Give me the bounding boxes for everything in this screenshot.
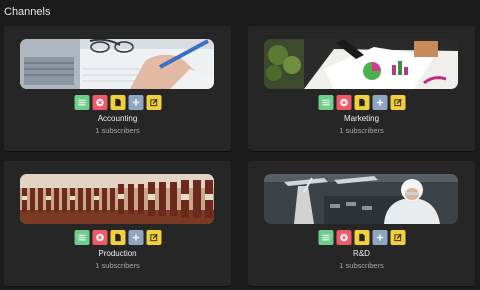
file-button[interactable] (110, 95, 125, 110)
list-icon (77, 99, 86, 106)
file-icon (114, 233, 121, 242)
channel-image[interactable] (20, 39, 214, 89)
channel-image[interactable] (20, 174, 214, 224)
channel-actions (74, 95, 161, 110)
plus-icon (132, 99, 139, 106)
add-button[interactable] (372, 95, 387, 110)
channel-card-accounting[interactable]: Accounting 1 subscribers (4, 26, 231, 151)
pen-writing-photo-icon (20, 39, 214, 89)
subscriber-count: 1 subscribers (339, 261, 384, 270)
list-button[interactable] (74, 95, 89, 110)
delete-button[interactable] (92, 95, 107, 110)
delete-button[interactable] (336, 230, 351, 245)
delete-button[interactable] (336, 95, 351, 110)
subscriber-count: 1 subscribers (95, 126, 140, 135)
channel-actions (318, 95, 405, 110)
edit-button[interactable] (390, 95, 405, 110)
edit-button[interactable] (146, 95, 161, 110)
list-button[interactable] (318, 230, 333, 245)
list-button[interactable] (318, 95, 333, 110)
channel-card-marketing[interactable]: Marketing 1 subscribers (248, 26, 475, 151)
delete-icon (339, 98, 348, 107)
delete-icon (339, 233, 348, 242)
edit-icon (149, 98, 158, 107)
channel-card-production[interactable]: Production 1 subscribers (4, 161, 231, 286)
subscriber-count: 1 subscribers (95, 261, 140, 270)
channel-actions (318, 230, 405, 245)
channel-name[interactable]: Marketing (248, 114, 475, 123)
channel-card-rnd[interactable]: R&D 1 subscribers (248, 161, 475, 286)
edit-button[interactable] (390, 230, 405, 245)
file-icon (114, 98, 121, 107)
delete-icon (95, 98, 104, 107)
plus-icon (376, 234, 383, 241)
channel-name[interactable]: Accounting (4, 114, 231, 123)
bottles-line-photo-icon (20, 174, 214, 224)
channel-image[interactable] (264, 174, 458, 224)
file-icon (358, 233, 365, 242)
delete-icon (95, 233, 104, 242)
page-title: Channels (4, 6, 51, 18)
subscriber-count: 1 subscribers (339, 126, 384, 135)
file-button[interactable] (354, 95, 369, 110)
add-button[interactable] (372, 230, 387, 245)
lab-worker-photo-icon (264, 174, 458, 224)
list-button[interactable] (74, 230, 89, 245)
file-button[interactable] (354, 230, 369, 245)
file-button[interactable] (110, 230, 125, 245)
list-icon (321, 234, 330, 241)
add-button[interactable] (128, 95, 143, 110)
add-button[interactable] (128, 230, 143, 245)
channel-name[interactable]: Production (4, 249, 231, 258)
plus-icon (376, 99, 383, 106)
edit-icon (149, 233, 158, 242)
channel-name[interactable]: R&D (248, 249, 475, 258)
edit-icon (393, 98, 402, 107)
file-icon (358, 98, 365, 107)
edit-button[interactable] (146, 230, 161, 245)
edit-icon (393, 233, 402, 242)
channel-image[interactable] (264, 39, 458, 89)
delete-button[interactable] (92, 230, 107, 245)
list-icon (77, 234, 86, 241)
charts-desk-photo-icon (264, 39, 458, 89)
list-icon (321, 99, 330, 106)
plus-icon (132, 234, 139, 241)
channel-actions (74, 230, 161, 245)
